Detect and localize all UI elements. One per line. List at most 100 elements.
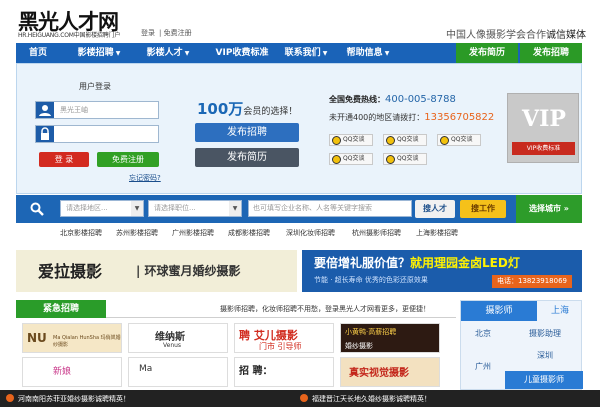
- qq-penguin-icon: [332, 136, 341, 145]
- job-ad-tile[interactable]: Ma: [128, 357, 228, 387]
- banner-aila-photo[interactable]: 爱拉摄影 | 环球蜜月婚纱摄影: [16, 250, 297, 292]
- post-job-button[interactable]: 发布招聘: [195, 123, 299, 142]
- username-field[interactable]: 黑光王岫: [35, 101, 159, 119]
- urgent-jobs-header: 紧急招聘 摄影师招聘，化妆师招聘不用愁，登录黑光人才网看更多，更便捷！: [16, 300, 456, 318]
- member-count-number: 100万: [197, 100, 244, 118]
- job-ad-tile-title: 维纳斯: [155, 332, 185, 343]
- slogan-a: 中国人像摄影学会合作: [446, 30, 546, 41]
- hotline-label: 全国免费热线：: [329, 95, 385, 104]
- search-job-button[interactable]: 搜工作: [460, 200, 506, 218]
- alt-hotline-line: 未开通400的地区请拨打：13356705822: [329, 112, 494, 123]
- vip-badge[interactable]: VIP VIP收费标准: [507, 93, 579, 163]
- job-ad-tile[interactable]: NU Ma Qialan HunSha 玛俏岚婚纱摄影: [22, 323, 122, 353]
- city-link[interactable]: 上海影楼招聘: [416, 228, 458, 238]
- login-link[interactable]: 登录: [141, 29, 155, 37]
- qq-penguin-icon: [440, 136, 449, 145]
- tab-shanghai[interactable]: 上海: [537, 301, 583, 321]
- search-talent-button[interactable]: 搜人才: [415, 200, 455, 218]
- job-ad-tile[interactable]: 维纳斯 Venus: [128, 323, 228, 353]
- job-ad-tile-title: 新娘: [53, 367, 72, 377]
- lock-icon: [36, 126, 54, 142]
- job-ad-tile[interactable]: 新娘: [22, 357, 122, 387]
- close-icon[interactable]: [300, 394, 308, 402]
- tab-urgent-jobs[interactable]: 紧急招聘: [16, 300, 106, 318]
- job-ad-tile[interactable]: 小黄鸭·高薪招聘 婚纱摄影: [340, 323, 440, 353]
- member-block: 100万会员的选择！ 发布招聘 发布简历: [177, 64, 317, 193]
- side-link-kids-photographer[interactable]: 儿童摄影师: [505, 371, 583, 389]
- chevron-down-icon: ▼: [229, 201, 241, 216]
- ticker-left[interactable]: 河南南阳苏菲亚婚纱摄影诚聘精英！: [18, 394, 130, 404]
- post-resume-button[interactable]: 发布简历: [195, 148, 299, 167]
- chevron-down-icon: ▼: [184, 50, 190, 57]
- nav-studio-talent-label: 影楼人才: [146, 48, 183, 58]
- qq-chat-label: QQ交谈: [397, 155, 419, 162]
- job-ad-tile-sub: Venus: [163, 342, 182, 349]
- position-select-placeholder: 请选择职位...: [154, 204, 196, 212]
- position-select[interactable]: 请选择职位... ▼: [148, 200, 242, 217]
- forgot-password-link[interactable]: 忘记密码?: [129, 173, 161, 183]
- qq-penguin-icon: [332, 155, 341, 164]
- login-button[interactable]: 登 录: [39, 152, 89, 167]
- alt-hotline-label: 未开通400的地区请拨打：: [329, 113, 425, 122]
- password-field[interactable]: [35, 125, 159, 143]
- ticker-right[interactable]: 福建晋江天长地久婚纱摄影诚聘精英！: [312, 394, 431, 404]
- banner2-subtitle: 节能 · 超长寿命 优秀的色彩还原效果: [314, 276, 428, 284]
- city-link[interactable]: 北京影楼招聘: [60, 228, 102, 238]
- city-link[interactable]: 杭州摄影师招聘: [352, 228, 401, 238]
- qq-chat-button[interactable]: QQ交谈: [329, 153, 373, 165]
- nav-contact-label: 联系我们: [284, 48, 321, 58]
- qq-chat-label: QQ交谈: [451, 136, 473, 143]
- alt-hotline-number: 13356705822: [424, 112, 495, 123]
- job-ad-tile[interactable]: 聘 艾儿摄影 门市 引导师: [234, 323, 334, 353]
- free-register-button[interactable]: 免费注册: [97, 152, 159, 167]
- city-select-button[interactable]: 选择城市 »: [516, 195, 582, 223]
- hotline-line: 全国免费热线：400-005-8788: [329, 94, 456, 105]
- qq-chat-label: QQ交谈: [343, 155, 365, 162]
- job-ad-tile-title: NU: [27, 331, 47, 345]
- city-link[interactable]: 广州影楼招聘: [172, 228, 214, 238]
- username-placeholder: 黑光王岫: [60, 106, 88, 114]
- job-ad-tile-sub: 婚纱摄影: [345, 342, 373, 350]
- job-ad-tile-sub: Ma Qialan HunSha 玛俏岚婚纱摄影: [53, 335, 121, 348]
- register-link[interactable]: 免费注册: [164, 29, 192, 37]
- banner-led-light[interactable]: 要倍增礼服价值？就用理园金卤LED灯 节能 · 超长寿命 优秀的色彩还原效果 电…: [302, 250, 582, 292]
- top-header: 黑光人才网 HR.HEIGUANG.COM中国影楼招聘门户 登录 | 免费注册 中…: [0, 0, 600, 42]
- login-box: 用户登录 黑光王岫 登 录 免费注册 忘记密码?: [17, 64, 169, 193]
- banner2-phone: 电话：13823918069: [492, 275, 572, 288]
- vip-text: VIP: [522, 106, 566, 132]
- qq-penguin-icon: [386, 155, 395, 164]
- city-link[interactable]: 深圳化妆师招聘: [286, 228, 335, 238]
- side-link-shenzhen[interactable]: 深圳: [537, 350, 553, 361]
- nav-home[interactable]: 首页: [16, 43, 60, 63]
- nav-contact[interactable]: 联系我们 ▼: [274, 43, 338, 63]
- search-icon: [30, 202, 44, 216]
- nav-post-job-button[interactable]: 发布招聘: [520, 43, 582, 63]
- qq-penguin-icon: [386, 136, 395, 145]
- vip-pricing-tag[interactable]: VIP收费标准: [512, 142, 575, 155]
- side-link-beijing[interactable]: 北京: [475, 328, 491, 339]
- nav-vip-pricing[interactable]: VIP收费标准: [202, 43, 282, 63]
- side-link-assistant[interactable]: 摄影助理: [529, 328, 561, 339]
- close-icon[interactable]: [6, 394, 14, 402]
- qq-chat-button[interactable]: QQ交谈: [383, 134, 427, 146]
- keyword-search-input[interactable]: 也可填写企业名称、人名等关键字搜索: [248, 200, 412, 217]
- tab-photographer[interactable]: 摄影师: [461, 301, 537, 321]
- qq-chat-button[interactable]: QQ交谈: [383, 153, 427, 165]
- job-ad-tile-title: 真实视觉摄影: [349, 368, 409, 379]
- nav-post-resume-button[interactable]: 发布简历: [456, 43, 518, 63]
- side-link-guangzhou[interactable]: 广州: [475, 361, 491, 372]
- city-link[interactable]: 成都影楼招聘: [228, 228, 270, 238]
- city-link[interactable]: 苏州影楼招聘: [116, 228, 158, 238]
- qq-chat-button[interactable]: QQ交谈: [437, 134, 481, 146]
- qq-chat-label: QQ交谈: [397, 136, 419, 143]
- region-select[interactable]: 请选择地区... ▼: [60, 200, 144, 217]
- region-select-placeholder: 请选择地区...: [66, 204, 108, 212]
- qq-chat-button[interactable]: QQ交谈: [329, 134, 373, 146]
- job-ad-tile[interactable]: 真实视觉摄影: [340, 357, 440, 387]
- chevron-down-icon: ▼: [131, 201, 143, 216]
- nav-help[interactable]: 帮助信息 ▼: [336, 43, 400, 63]
- nav-studio-jobs[interactable]: 影楼招聘 ▼: [68, 43, 130, 63]
- job-ad-tile[interactable]: 招 聘：: [234, 357, 334, 387]
- nav-studio-talent[interactable]: 影楼人才 ▼: [136, 43, 200, 63]
- chevron-down-icon: ▼: [115, 50, 121, 57]
